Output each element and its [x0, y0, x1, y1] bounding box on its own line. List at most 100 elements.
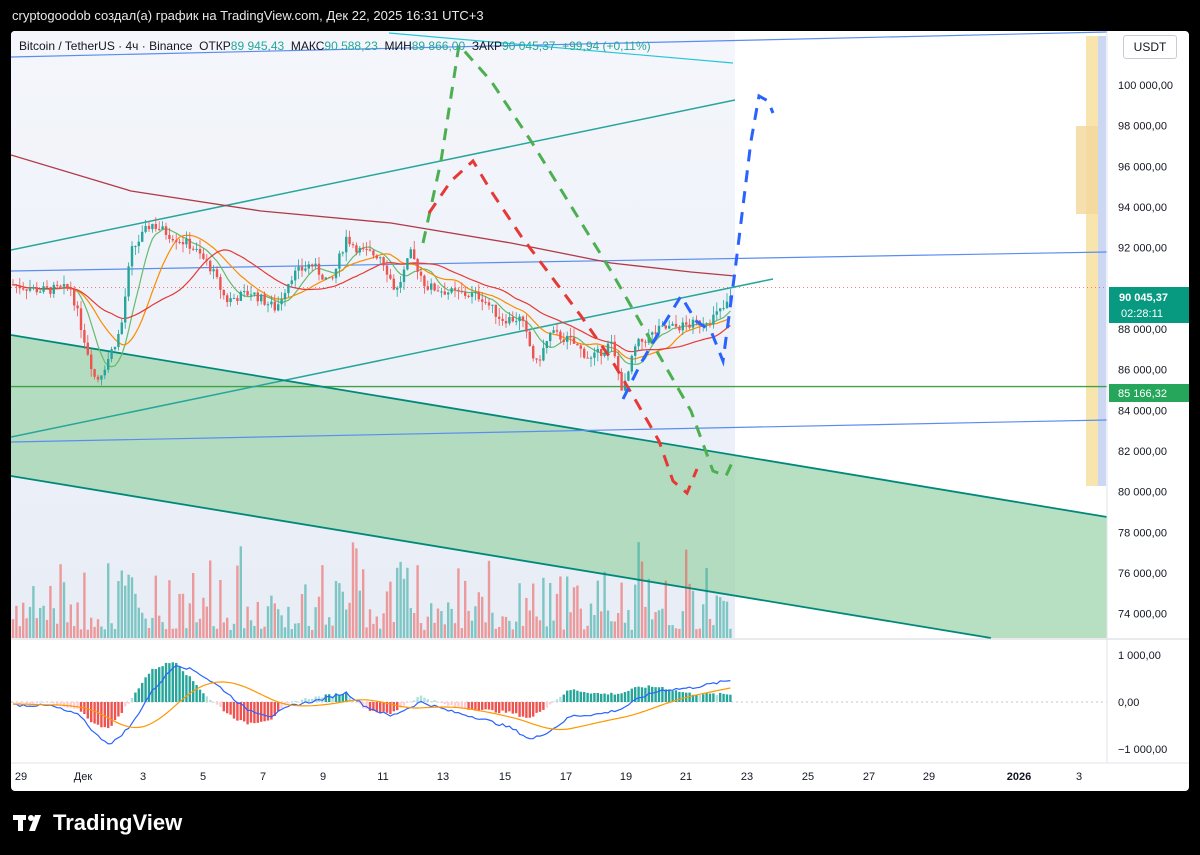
macd-histogram-bar [151, 668, 154, 702]
candle [297, 266, 300, 271]
volume-bar [702, 604, 705, 638]
chart-panel[interactable]: 100 000,00 98 000,00 96 000,00 94 000,00 92 … [11, 31, 1189, 791]
candle [273, 301, 276, 311]
volume-bar [226, 617, 229, 638]
volume-bar [192, 573, 195, 638]
volume-bar [25, 618, 28, 638]
volume-bar [246, 606, 249, 638]
macd-histogram-bar [42, 702, 45, 703]
candle [348, 236, 351, 245]
candle [586, 357, 589, 359]
volume-bar [708, 618, 712, 638]
volume-bar [256, 601, 259, 638]
macd-histogram-bar [620, 693, 623, 702]
macd-histogram-bar [154, 669, 157, 702]
volume-bar [402, 578, 406, 638]
volume-bar [606, 610, 610, 638]
volume-bar [338, 583, 341, 638]
candle [406, 258, 409, 270]
macd-histogram-bar [124, 702, 127, 707]
volume-bar [127, 574, 130, 638]
macd-histogram-bar [722, 693, 725, 702]
volume-bar [164, 629, 168, 638]
candle [654, 332, 657, 334]
candle [249, 294, 253, 296]
candle [562, 339, 565, 342]
macd-histogram-bar [141, 682, 144, 702]
macd-histogram-bar [195, 685, 198, 702]
price-axis[interactable]: 100 000,00 98 000,00 96 000,00 94 000,00 92 … [1118, 80, 1173, 621]
candle [45, 286, 49, 288]
macd-histogram-bar [406, 702, 409, 704]
volume-bar [413, 613, 416, 638]
candle [283, 293, 287, 300]
volume-bar [147, 627, 151, 638]
candle [73, 289, 76, 306]
volume-bar [494, 628, 497, 638]
volume-bar [334, 581, 338, 638]
candle [355, 245, 358, 253]
macd-histogram-bar [409, 701, 412, 703]
volume-bar [528, 610, 531, 638]
tradingview-logo[interactable]: TradingView [13, 810, 182, 836]
time-axis[interactable]: 29 Дек 3 5 7 9 11 13 15 17 19 21 23 25 27 29 2026 3 [15, 771, 1082, 783]
candle [725, 301, 729, 309]
macd-histogram-bar [202, 693, 205, 702]
macd-histogram-bar [566, 690, 569, 702]
macd-histogram-bar [300, 699, 304, 702]
countdown: 02:28:11 [1121, 308, 1163, 320]
macd-histogram-bar [617, 693, 620, 702]
volume-bar [317, 596, 321, 638]
volume-bar [572, 587, 576, 638]
volume-bar [515, 621, 518, 638]
macd-histogram-bar [73, 702, 76, 709]
macd-histogram-bar [181, 671, 185, 702]
candle [178, 241, 181, 243]
macd-histogram-bar [260, 702, 263, 722]
volume-bar [681, 611, 684, 638]
macd-histogram-bar [640, 687, 644, 702]
candle [107, 358, 110, 370]
candle [79, 308, 83, 331]
currency-button[interactable]: USDT [1123, 35, 1177, 59]
volume-bar [396, 567, 399, 638]
volume-bar [419, 623, 423, 638]
candle [280, 299, 283, 305]
candle [515, 321, 518, 323]
time-tick-label: 5 [200, 771, 206, 783]
candle [521, 316, 525, 321]
volume-bar [287, 606, 290, 638]
volume-bar [603, 571, 606, 638]
candle [668, 325, 671, 329]
volume-bar [423, 629, 426, 638]
volume-bar [249, 620, 253, 638]
price-chart[interactable]: 100 000,00 98 000,00 96 000,00 94 000,00 92 … [11, 31, 1189, 791]
volume-bar [345, 609, 348, 638]
macd-histogram-bar [90, 702, 93, 723]
candle [195, 248, 198, 250]
volume-bar [375, 616, 378, 638]
price-tick-label: 94 000,00 [1118, 202, 1167, 214]
candle [59, 285, 62, 287]
candle [32, 287, 35, 289]
candle [474, 292, 477, 294]
candle [450, 288, 453, 293]
volume-bar [566, 576, 569, 638]
volume-bar [627, 610, 630, 638]
macd-histogram-bar [579, 691, 582, 702]
macd-histogram-bar [215, 702, 219, 705]
volume-bar [467, 610, 470, 638]
macd-histogram-bar [484, 702, 487, 710]
candle [266, 304, 270, 306]
candle [209, 260, 212, 272]
price-tick-label: 98 000,00 [1118, 121, 1167, 133]
candle [226, 295, 229, 303]
candle [171, 238, 174, 241]
candle [222, 289, 225, 296]
candle [481, 299, 484, 302]
candle [113, 347, 117, 350]
candle [430, 283, 433, 290]
volume-bar [331, 625, 334, 638]
macd-axis: 1 000,00 0,00 −1 000,00 [1118, 650, 1167, 756]
macd-histogram-bar [627, 690, 630, 702]
